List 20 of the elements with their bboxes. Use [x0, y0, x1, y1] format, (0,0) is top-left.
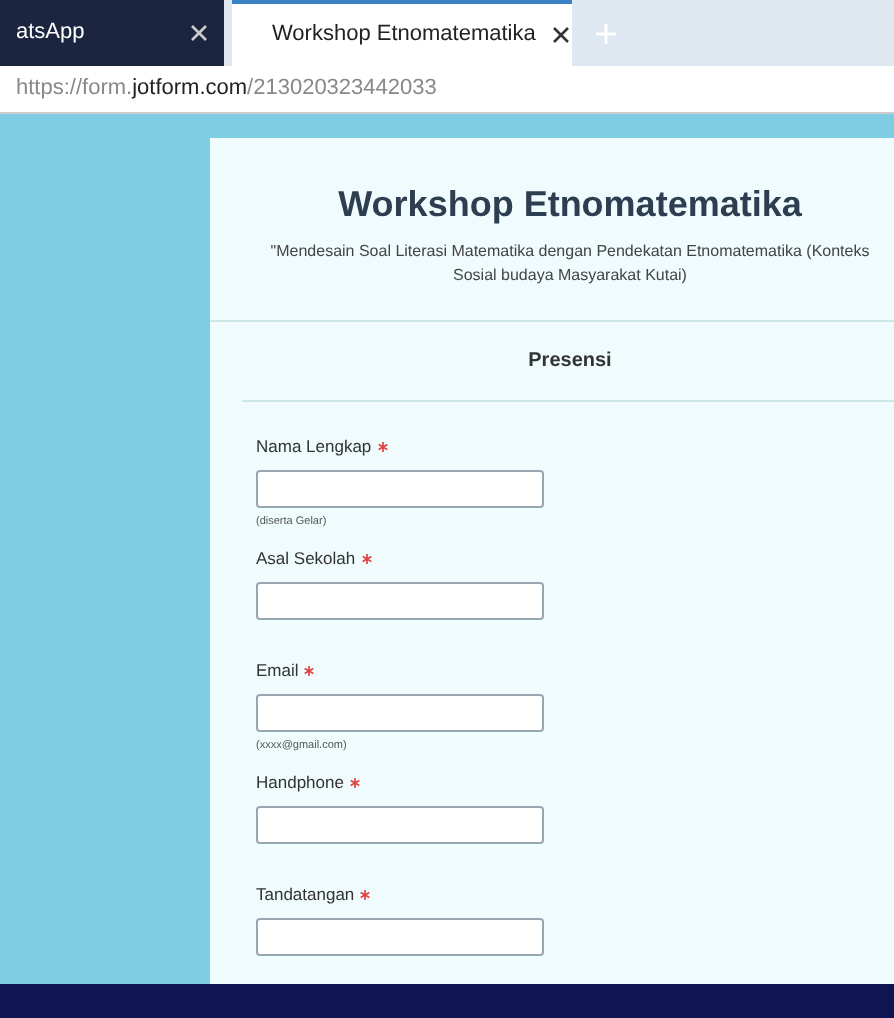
- field-label: Nama Lengkap: [256, 434, 372, 460]
- input-field[interactable]: [256, 469, 544, 508]
- browser-tab[interactable]: Workshop Etnomatematika: [232, 0, 572, 66]
- browser-tab[interactable]: atsApp: [0, 0, 224, 66]
- field-label: Tandatangan: [256, 882, 355, 908]
- field-label: Email: [256, 658, 299, 684]
- section-heading: Presensi: [528, 348, 612, 376]
- input-field[interactable]: [256, 805, 544, 844]
- tab-label: atsApp: [16, 18, 87, 49]
- tab-label: Workshop Etnomatematika: [272, 20, 536, 51]
- field-label: Asal Sekolah: [256, 546, 356, 572]
- form-subtitle: "Mendesain Soal Literasi Matematika dengan Pendekatan Etnomatematika (Konteks Sosial budaya Masyarakat Kutai): [268, 240, 872, 288]
- address-bar[interactable]: https://form.jotform.com/213020323442033: [0, 66, 894, 114]
- new-tab-icon[interactable]: [596, 23, 616, 43]
- input-field[interactable]: [256, 581, 544, 620]
- input-field[interactable]: [256, 693, 544, 732]
- form-title: Workshop Etnomatematika: [338, 182, 802, 228]
- field-label: Handphone: [256, 770, 344, 796]
- input-field[interactable]: [256, 917, 544, 956]
- close-icon[interactable]: [551, 26, 570, 44]
